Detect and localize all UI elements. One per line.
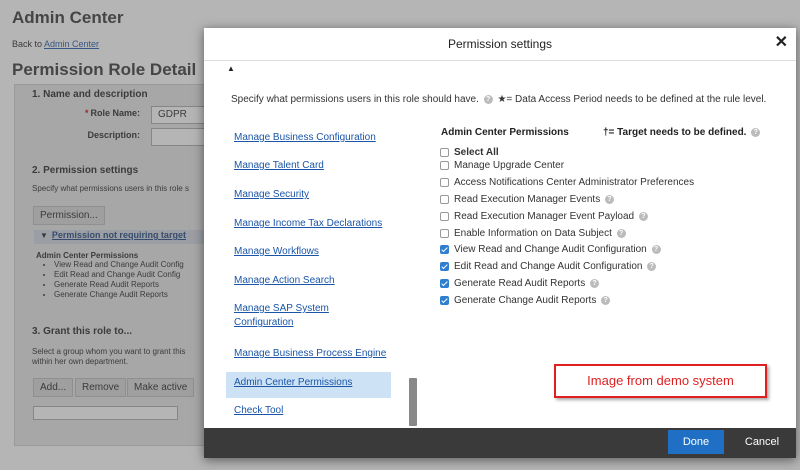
permission-label: Generate Change Audit Reports ? bbox=[454, 294, 612, 308]
permission-checkbox[interactable] bbox=[440, 296, 449, 305]
permission-row[interactable]: Read Execution Manager Event Payload ? bbox=[440, 210, 780, 224]
help-icon[interactable]: ? bbox=[638, 211, 648, 221]
permission-row[interactable]: Generate Read Audit Reports ? bbox=[440, 277, 780, 291]
dialog-intro: Specify what permissions users in this r… bbox=[231, 94, 767, 105]
dialog-header: Permission settings ✕ bbox=[204, 28, 796, 61]
mouse-cursor-icon: ▲ bbox=[227, 64, 235, 73]
help-icon[interactable]: ? bbox=[651, 244, 661, 254]
permission-label: Enable Information on Data Subject ? bbox=[454, 227, 628, 241]
cancel-button[interactable]: Cancel bbox=[737, 430, 787, 454]
permission-label: Generate Read Audit Reports ? bbox=[454, 277, 601, 291]
select-all-label: Select All bbox=[454, 147, 499, 158]
permission-row[interactable]: Access Notifications Center Administrato… bbox=[440, 176, 780, 190]
permission-checkbox[interactable] bbox=[440, 161, 449, 170]
category-manage-workflows[interactable]: Manage Workflows bbox=[226, 243, 391, 261]
help-icon[interactable]: ? bbox=[616, 228, 626, 238]
dialog-footer: Done Cancel bbox=[204, 428, 796, 458]
permission-checkbox[interactable] bbox=[440, 245, 449, 254]
permission-label: Read Execution Manager Event Payload ? bbox=[454, 210, 650, 224]
permission-row[interactable]: Manage Upgrade Center bbox=[440, 159, 780, 173]
category-manage-sap-system-configuration[interactable]: Manage SAP System Configuration bbox=[226, 300, 346, 332]
permission-row[interactable]: Generate Change Audit Reports ? bbox=[440, 294, 780, 308]
category-scrollbar[interactable] bbox=[409, 378, 417, 426]
done-button[interactable]: Done bbox=[668, 430, 724, 454]
permission-settings-dialog: Permission settings ✕ ▲ Specify what per… bbox=[204, 28, 796, 458]
permission-label: Manage Upgrade Center bbox=[454, 160, 565, 171]
target-note: †= Target needs to be defined. ? bbox=[603, 127, 762, 138]
permission-category-list: Manage Business Configuration Manage Tal… bbox=[226, 124, 394, 428]
permission-label: Edit Read and Change Audit Configuration… bbox=[454, 260, 658, 274]
category-admin-center-permissions[interactable]: Admin Center Permissions bbox=[226, 372, 391, 398]
category-manage-talent-card[interactable]: Manage Talent Card bbox=[226, 157, 391, 175]
help-icon[interactable]: ? bbox=[604, 194, 614, 204]
permission-checkbox[interactable] bbox=[440, 262, 449, 271]
permission-group-heading: Admin Center Permissions bbox=[441, 127, 569, 138]
permission-row[interactable]: Read Execution Manager Events ? bbox=[440, 193, 780, 207]
permission-checkbox[interactable] bbox=[440, 212, 449, 221]
permission-checkbox[interactable] bbox=[440, 229, 449, 238]
permission-label: Access Notifications Center Administrato… bbox=[454, 177, 695, 188]
category-manage-business-process-engine[interactable]: Manage Business Process Engine bbox=[226, 345, 391, 363]
category-manage-business-configuration[interactable]: Manage Business Configuration bbox=[226, 129, 391, 147]
permission-label: Read Execution Manager Events ? bbox=[454, 193, 616, 207]
demo-watermark: Image from demo system bbox=[554, 364, 767, 398]
category-check-tool[interactable]: Check Tool bbox=[226, 402, 391, 420]
permission-label: View Read and Change Audit Configuration… bbox=[454, 243, 663, 257]
permission-row[interactable]: Edit Read and Change Audit Configuration… bbox=[440, 260, 780, 274]
help-icon[interactable]: ? bbox=[751, 127, 761, 137]
select-all-checkbox[interactable] bbox=[440, 148, 449, 157]
help-icon[interactable]: ? bbox=[601, 295, 611, 305]
close-icon[interactable]: ✕ bbox=[775, 35, 788, 51]
help-icon[interactable]: ? bbox=[589, 278, 599, 288]
permission-checkbox[interactable] bbox=[440, 195, 449, 204]
permission-checkbox[interactable] bbox=[440, 178, 449, 187]
scrollbar-thumb[interactable] bbox=[409, 378, 417, 426]
help-icon[interactable]: ? bbox=[647, 261, 657, 271]
category-manage-income-tax-declarations[interactable]: Manage Income Tax Declarations bbox=[226, 215, 391, 233]
help-icon[interactable]: ? bbox=[483, 94, 493, 104]
select-all-row[interactable]: Select All bbox=[440, 146, 780, 160]
category-manage-action-search[interactable]: Manage Action Search bbox=[226, 272, 391, 290]
permission-row[interactable]: Enable Information on Data Subject ? bbox=[440, 227, 780, 241]
permission-row[interactable]: View Read and Change Audit Configuration… bbox=[440, 243, 780, 257]
dialog-title: Permission settings bbox=[447, 37, 553, 51]
category-manage-security[interactable]: Manage Security bbox=[226, 186, 391, 204]
permission-checkbox[interactable] bbox=[440, 279, 449, 288]
